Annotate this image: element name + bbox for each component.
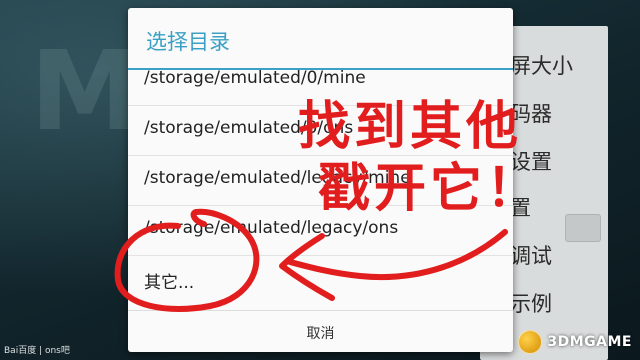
3dmgame-watermark-text: 3DMGAME (547, 334, 632, 350)
3dmgame-watermark: 3DMGAME (518, 330, 632, 354)
cancel-button[interactable]: 取消 (128, 310, 513, 352)
background-panel-item: 屏大小 (510, 54, 573, 78)
annotation-text-line2: 戳开它！ (318, 159, 543, 219)
cancel-button-label: 取消 (306, 326, 335, 342)
background-chip (565, 214, 601, 242)
other-option-label: 其它... (144, 273, 195, 293)
background-panel-item: 调试 (510, 244, 552, 268)
background-panel-item: 示例 (510, 292, 552, 316)
directory-path-label: /storage/emulated/legacy/ons (144, 218, 399, 238)
3dmgame-logo-icon (518, 330, 543, 354)
background-logo: M (30, 27, 139, 155)
directory-list-item-other[interactable]: 其它... (128, 256, 513, 305)
dialog-title: 选择目录 (146, 30, 230, 54)
baidu-watermark: Bai百度 | ons吧 (4, 346, 70, 356)
